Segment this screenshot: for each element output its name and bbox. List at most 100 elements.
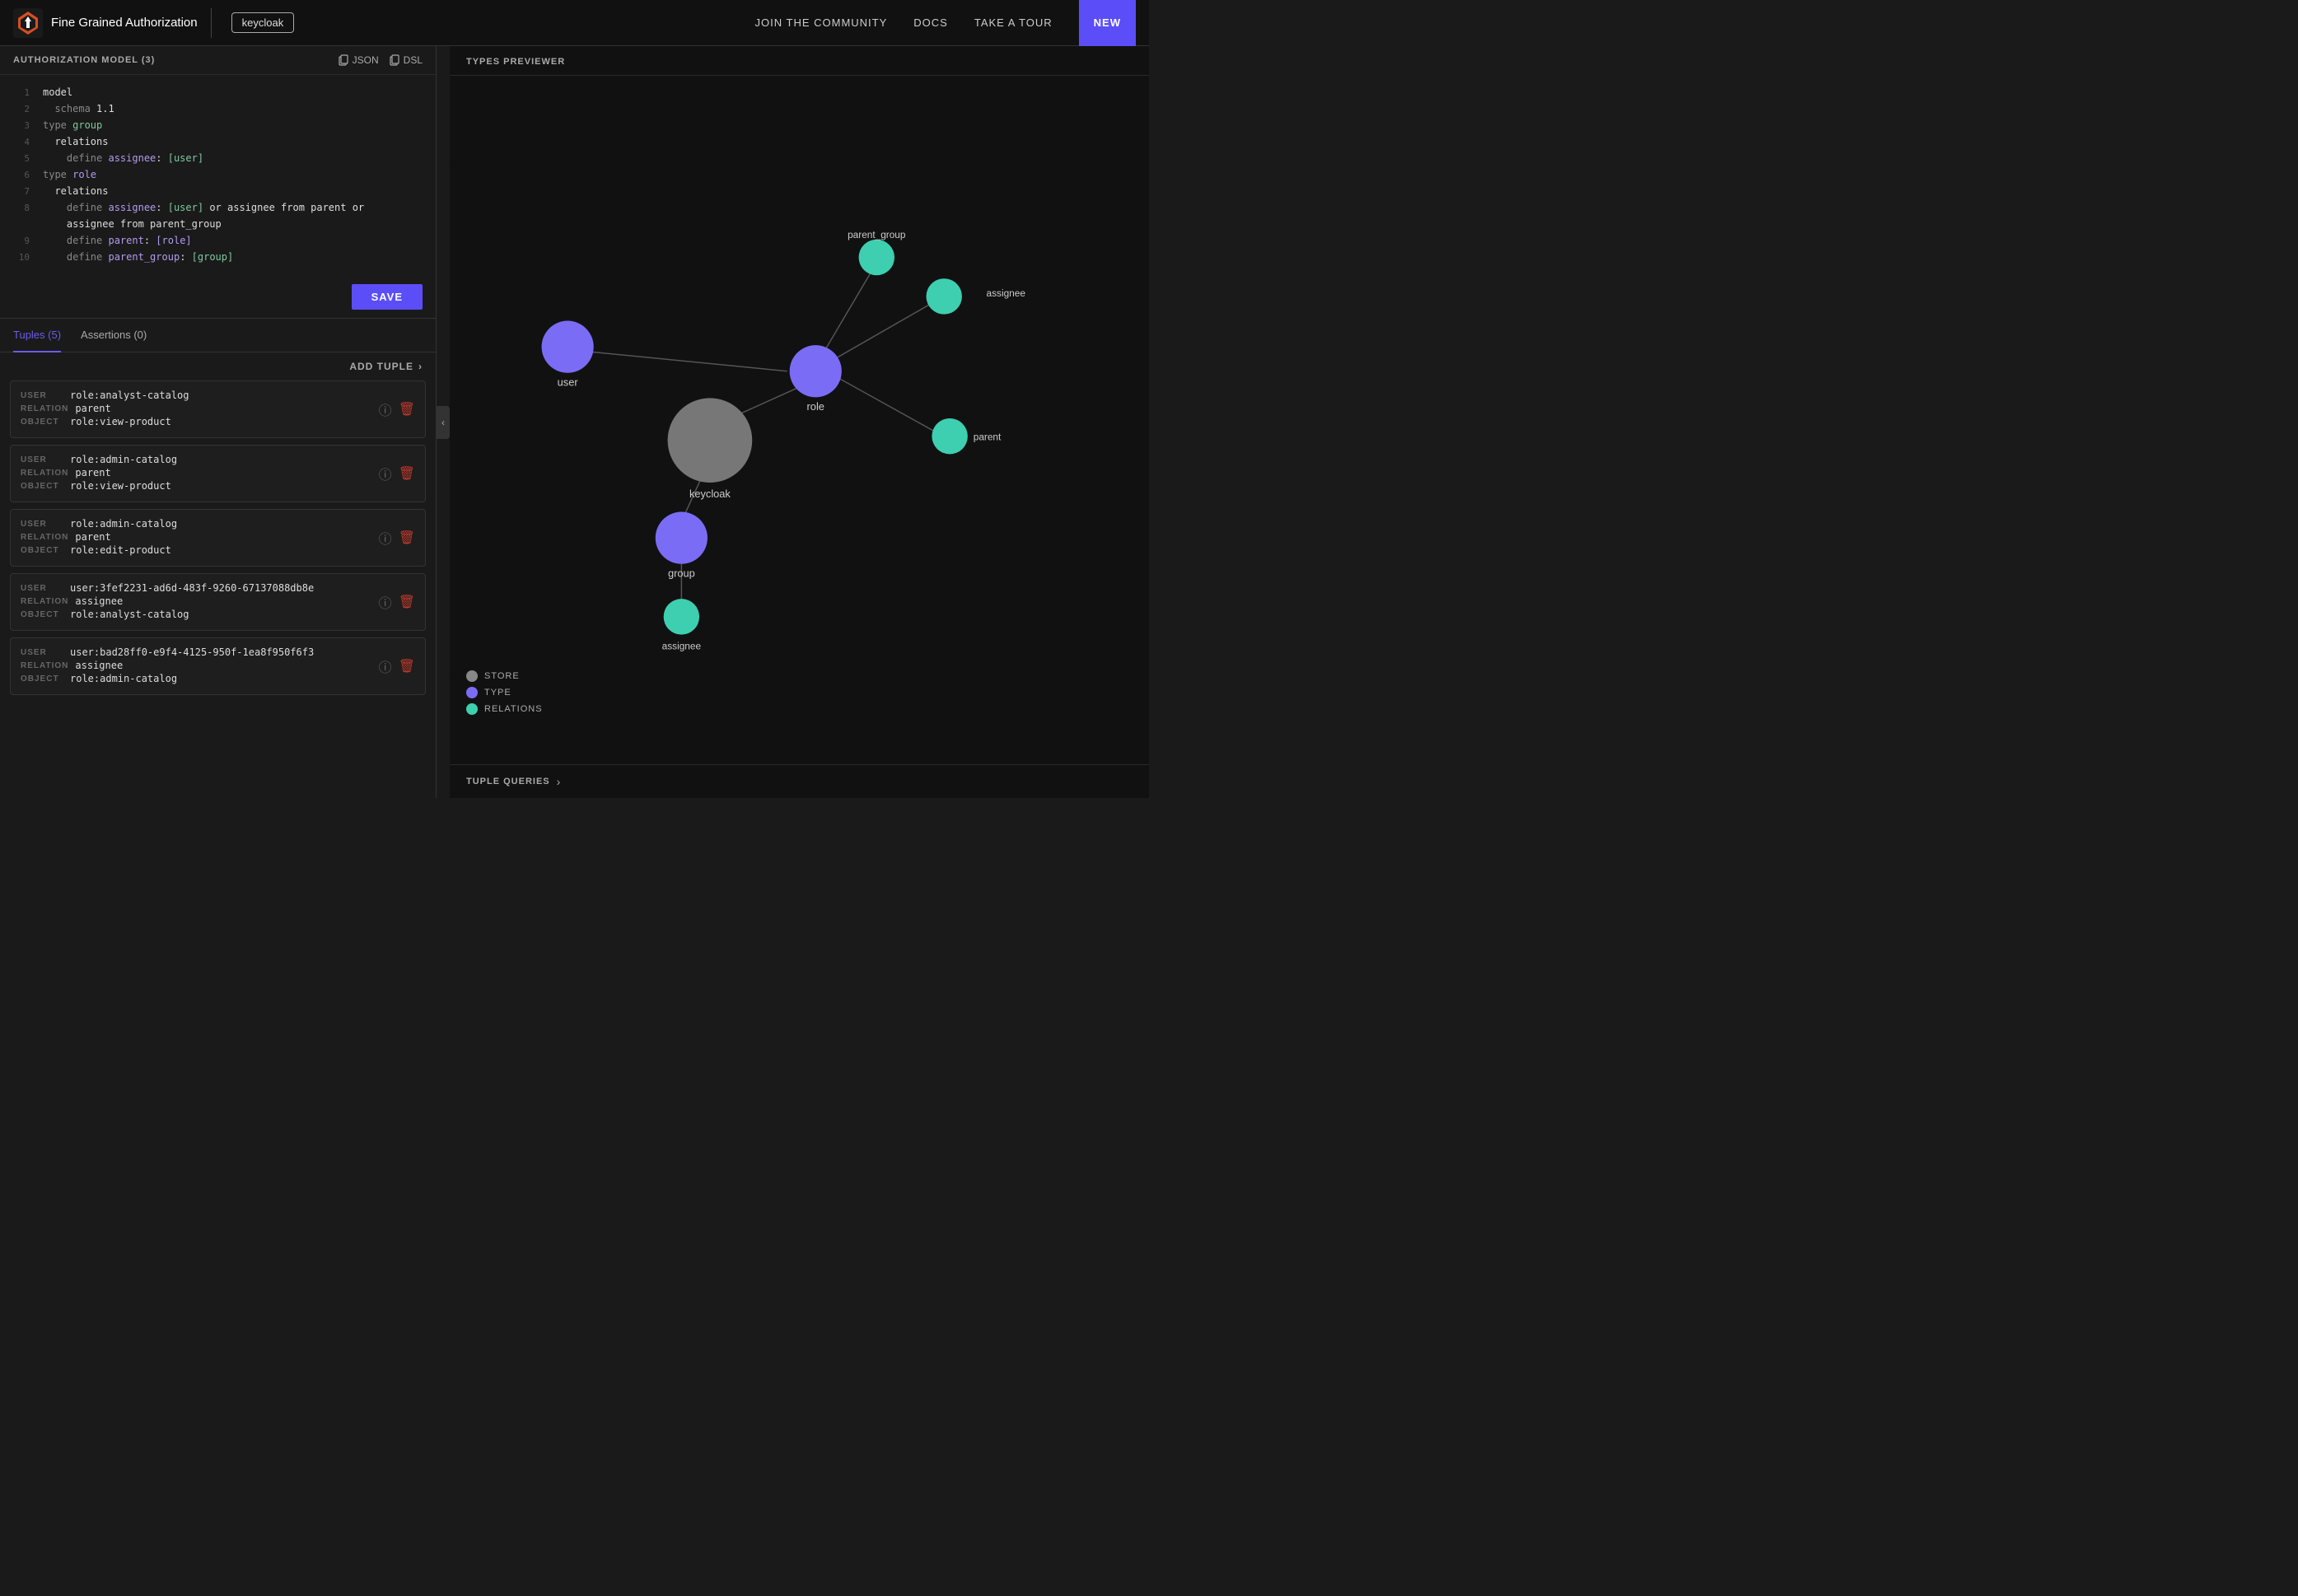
svg-text:role: role bbox=[807, 400, 824, 413]
add-tuple-row: ADD TUPLE › bbox=[0, 352, 436, 380]
tuple-delete-button[interactable]: 🗑 bbox=[399, 594, 415, 610]
tuple-delete-button[interactable]: 🗑 bbox=[399, 465, 415, 482]
right-panel: TYPES PREVIEWER bbox=[450, 46, 1149, 798]
tuple-card: USER user:bad28ff0-e9f4-4125-950f-1ea8f9… bbox=[10, 637, 426, 695]
code-line-4: 4 relations bbox=[0, 134, 436, 151]
tuple-row-object: OBJECT role:edit-product bbox=[21, 544, 379, 556]
editor-section: AUTHORIZATION MODEL (3) JSON bbox=[0, 46, 436, 319]
save-row: SAVE bbox=[0, 276, 436, 318]
code-line-10: 10 define parent_group: [group] bbox=[0, 250, 436, 266]
add-tuple-chevron-icon: › bbox=[418, 361, 423, 372]
tuple-row-user: USER user:3fef2231-ad6d-483f-9260-671370… bbox=[21, 582, 379, 594]
svg-text:parent: parent bbox=[974, 432, 1002, 443]
format-buttons: JSON DSL bbox=[338, 54, 423, 66]
code-line-1: 1 model bbox=[0, 85, 436, 101]
tuple-row-object: OBJECT role:analyst-catalog bbox=[21, 609, 379, 620]
logo-area: Fine Grained Authorization bbox=[13, 8, 212, 38]
code-line-8b: assignee from parent_group bbox=[0, 217, 436, 233]
format-json-btn[interactable]: JSON bbox=[338, 54, 379, 66]
save-button[interactable]: SAVE bbox=[352, 284, 423, 310]
tuple-fields: USER role:analyst-catalog RELATION paren… bbox=[21, 390, 379, 429]
format-json-label: JSON bbox=[353, 54, 379, 66]
main-layout: AUTHORIZATION MODEL (3) JSON bbox=[0, 46, 1149, 798]
nav-links: JOIN THE COMMUNITY DOCS TAKE A TOUR bbox=[755, 16, 1053, 29]
auth0-logo-icon bbox=[13, 8, 43, 38]
tuple-row-user: USER role:admin-catalog bbox=[21, 454, 379, 465]
tuple-card: USER user:3fef2231-ad6d-483f-9260-671370… bbox=[10, 573, 426, 631]
tuple-row-relation: RELATION assignee bbox=[21, 660, 379, 671]
tuple-queries-chevron-icon: › bbox=[557, 775, 561, 788]
legend-relations-dot bbox=[466, 703, 478, 715]
tuple-fields: USER role:admin-catalog RELATION parent … bbox=[21, 454, 379, 493]
tuple-actions: ⓘ 🗑 bbox=[379, 528, 415, 548]
code-line-6: 6 type role bbox=[0, 167, 436, 184]
svg-text:keycloak: keycloak bbox=[689, 488, 731, 500]
tuple-actions: ⓘ 🗑 bbox=[379, 592, 415, 612]
legend-relations: RELATIONS bbox=[466, 703, 543, 715]
copy-dsl-icon bbox=[389, 54, 400, 66]
add-tuple-button[interactable]: ADD TUPLE › bbox=[349, 361, 423, 372]
graph-legend: STORE TYPE RELATIONS bbox=[466, 670, 543, 715]
add-tuple-label: ADD TUPLE bbox=[349, 361, 413, 372]
tuple-row-object: OBJECT role:admin-catalog bbox=[21, 673, 379, 684]
app-title: Fine Grained Authorization bbox=[51, 16, 198, 30]
tuple-delete-button[interactable]: 🗑 bbox=[399, 530, 415, 546]
svg-text:parent_group: parent_group bbox=[848, 229, 906, 240]
tuple-info-button[interactable]: ⓘ bbox=[379, 656, 392, 676]
tuple-row-user: USER role:analyst-catalog bbox=[21, 390, 379, 401]
tuple-card: USER role:admin-catalog RELATION parent … bbox=[10, 445, 426, 502]
tuple-row-relation: RELATION parent bbox=[21, 403, 379, 414]
nav-community[interactable]: JOIN THE COMMUNITY bbox=[755, 16, 888, 29]
code-line-9: 9 define parent: [role] bbox=[0, 233, 436, 250]
tuples-list: USER role:analyst-catalog RELATION paren… bbox=[0, 380, 436, 798]
tuple-delete-button[interactable]: 🗑 bbox=[399, 658, 415, 674]
tuple-row-user: USER user:bad28ff0-e9f4-4125-950f-1ea8f9… bbox=[21, 646, 379, 658]
tuple-queries-bar[interactable]: TUPLE QUERIES › bbox=[450, 764, 1149, 798]
tuple-actions: ⓘ 🗑 bbox=[379, 656, 415, 676]
tuple-queries-label: TUPLE QUERIES bbox=[466, 777, 550, 786]
svg-text:user: user bbox=[558, 376, 579, 389]
tuple-info-button[interactable]: ⓘ bbox=[379, 592, 392, 612]
legend-store: STORE bbox=[466, 670, 543, 682]
tuple-row-object: OBJECT role:view-product bbox=[21, 480, 379, 492]
copy-json-icon bbox=[338, 54, 349, 66]
code-line-5: 5 define assignee: [user] bbox=[0, 151, 436, 167]
tuple-info-button[interactable]: ⓘ bbox=[379, 464, 392, 483]
tuple-fields: USER user:3fef2231-ad6d-483f-9260-671370… bbox=[21, 582, 379, 622]
format-dsl-label: DSL bbox=[404, 54, 423, 66]
panel-collapse-handle[interactable]: ‹ bbox=[437, 406, 450, 439]
tuple-info-button[interactable]: ⓘ bbox=[379, 399, 392, 419]
format-dsl-btn[interactable]: DSL bbox=[389, 54, 423, 66]
nav-tour[interactable]: TAKE A TOUR bbox=[974, 16, 1053, 29]
tuple-delete-button[interactable]: 🗑 bbox=[399, 401, 415, 418]
tuple-row-relation: RELATION assignee bbox=[21, 595, 379, 607]
tuple-row-relation: RELATION parent bbox=[21, 531, 379, 543]
tuple-fields: USER role:admin-catalog RELATION parent … bbox=[21, 518, 379, 558]
nav-docs[interactable]: DOCS bbox=[913, 16, 948, 29]
store-badge-btn[interactable]: keycloak bbox=[231, 12, 295, 33]
legend-store-dot bbox=[466, 670, 478, 682]
tuple-card: USER role:analyst-catalog RELATION paren… bbox=[10, 380, 426, 438]
tab-assertions[interactable]: Assertions (0) bbox=[81, 319, 147, 352]
legend-type-label: TYPE bbox=[484, 688, 511, 698]
svg-text:assignee: assignee bbox=[662, 640, 702, 651]
tuple-row-object: OBJECT role:view-product bbox=[21, 416, 379, 427]
code-line-2: 2 schema 1.1 bbox=[0, 101, 436, 118]
header: Fine Grained Authorization keycloak JOIN… bbox=[0, 0, 1149, 46]
new-button[interactable]: NEW bbox=[1079, 0, 1136, 46]
code-editor[interactable]: 1 model 2 schema 1.1 3 type group 4 rela… bbox=[0, 75, 436, 276]
tuple-info-button[interactable]: ⓘ bbox=[379, 528, 392, 548]
code-line-8: 8 define assignee: [user] or assignee fr… bbox=[0, 200, 436, 217]
editor-header: AUTHORIZATION MODEL (3) JSON bbox=[0, 46, 436, 75]
left-panel: AUTHORIZATION MODEL (3) JSON bbox=[0, 46, 437, 798]
svg-text:group: group bbox=[668, 567, 695, 580]
legend-type: TYPE bbox=[466, 687, 543, 698]
tab-tuples[interactable]: Tuples (5) bbox=[13, 319, 61, 352]
tabs-row: Tuples (5) Assertions (0) bbox=[0, 319, 436, 352]
tuple-row-relation: RELATION parent bbox=[21, 467, 379, 478]
collapse-icon: ‹ bbox=[441, 417, 445, 428]
types-previewer-title: TYPES PREVIEWER bbox=[466, 57, 565, 67]
tuples-section: Tuples (5) Assertions (0) ADD TUPLE › US… bbox=[0, 319, 436, 798]
tuple-card: USER role:admin-catalog RELATION parent … bbox=[10, 509, 426, 567]
legend-relations-label: RELATIONS bbox=[484, 704, 543, 714]
